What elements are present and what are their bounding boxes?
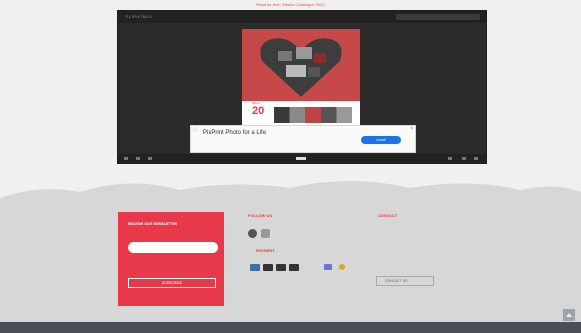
amex-card-icon: [289, 264, 299, 271]
first-page-icon[interactable]: [124, 157, 128, 160]
fullscreen-icon[interactable]: [462, 157, 466, 160]
email-input[interactable]: [128, 242, 218, 253]
instagram-icon[interactable]: [261, 229, 270, 238]
maestro-card-icon: [276, 264, 286, 271]
ad-info-icon[interactable]: ⓘ: [193, 127, 197, 133]
newsletter-title: RECEIVE OUR NEWSLETTER: [128, 222, 178, 226]
contact-heading: CONTACT: [378, 213, 398, 218]
subscribe-button[interactable]: SUBSCRIBE: [128, 278, 216, 288]
paypal-icon: [324, 264, 332, 270]
footer: [0, 198, 581, 322]
photo-collage: [242, 29, 360, 101]
bottom-bar: [0, 322, 581, 333]
page-indicator-icon[interactable]: [296, 157, 306, 160]
payment-heading: PAYMENT: [256, 248, 275, 253]
scroll-to-top-button[interactable]: [563, 309, 575, 321]
viewer-logo[interactable]: FLIPHTML5: [126, 14, 152, 19]
grid-icon[interactable]: [148, 157, 152, 160]
mastercard-icon: [263, 264, 273, 271]
heart-collage-image: [260, 38, 342, 97]
viewer-topbar: FLIPHTML5: [118, 11, 486, 23]
follow-heading: FOLLOW US: [248, 213, 272, 218]
facebook-icon[interactable]: [248, 229, 257, 238]
share-icon[interactable]: [448, 157, 452, 160]
close-icon[interactable]: ×: [410, 126, 413, 132]
page-year: 20: [252, 105, 265, 117]
ad-banner[interactable]: ⓘ PixPrint Photo for a Life Install ×: [190, 125, 416, 153]
viewer-toolbar: [118, 154, 486, 163]
discover-card-icon: [339, 264, 345, 270]
viewer-search-input[interactable]: [396, 14, 480, 20]
prev-page-icon[interactable]: [136, 157, 140, 160]
newsletter-box: RECEIVE OUR NEWSLETTER SUBSCRIBE: [118, 212, 224, 306]
ad-install-button[interactable]: Install: [361, 136, 401, 144]
visa-card-icon: [250, 264, 260, 271]
more-icon[interactable]: [474, 157, 478, 160]
ad-title: PixPrint Photo for a Life: [203, 130, 267, 136]
product-photo-strip: [274, 107, 352, 123]
contact-button[interactable]: CONTACT US: [376, 276, 434, 286]
